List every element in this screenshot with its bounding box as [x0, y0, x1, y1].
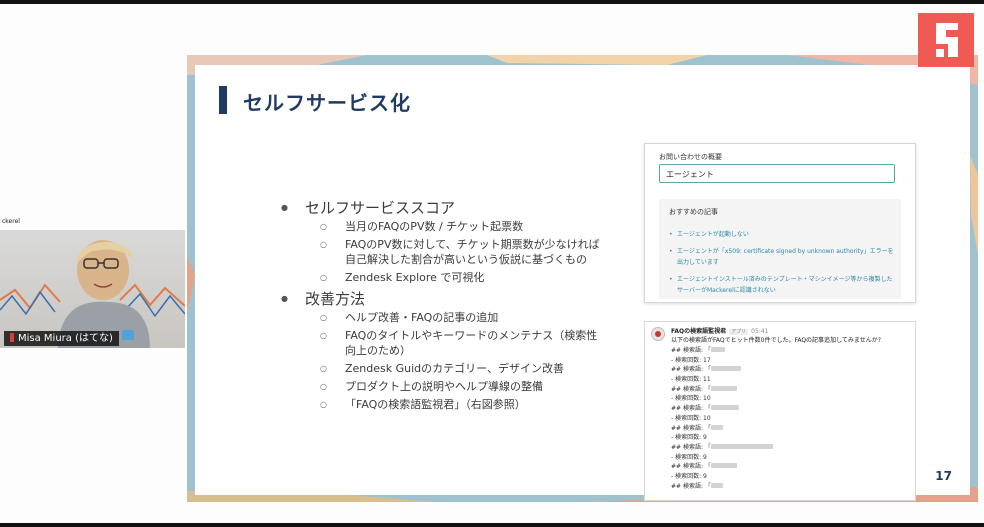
- slide-title: セルフサービス化: [243, 91, 411, 115]
- meeting-window: ckerel Misa Miura (はてな) セルフサービス化 ● セルフサー…: [0, 0, 984, 527]
- side-label: ckerel: [2, 218, 20, 225]
- search-term-line: ## 検索語: 「: [671, 385, 911, 395]
- slide: セルフサービス化 セルフサービススコア 当月のFAQのPV数 / チケット起票数…: [195, 65, 970, 501]
- bot-avatar-icon: [651, 327, 665, 341]
- message-time: 05:41: [751, 328, 769, 335]
- search-count-line: - 検索回数: 11: [671, 376, 711, 384]
- search-term-lines: ## 検索語: 「 - 検索回数: 17 ## 検索語: 「 - 検索回数: 1…: [671, 346, 911, 491]
- sub-bullet: 当月のFAQのPV数 / チケット起票数: [275, 219, 605, 234]
- recommended-articles-panel: おすすめの記事 エージェントが起動しない エージェントが「x509: certi…: [659, 199, 901, 299]
- search-term-line: ## 検索語: 「: [671, 365, 911, 375]
- window-bottom-border: [0, 523, 984, 527]
- recommended-heading: おすすめの記事: [669, 208, 718, 216]
- sub-bullet: プロダクト上の説明やヘルプ導線の整備: [275, 379, 605, 394]
- bullet-heading: 改善方法: [275, 288, 605, 310]
- slide-area: セルフサービス化 セルフサービススコア 当月のFAQのPV数 / チケット起票数…: [187, 55, 978, 502]
- article-link: エージェントインストール済みのテンプレート・マシンイメージ等から複製したサーバー…: [669, 274, 894, 296]
- search-count-line: - 検索回数: 10: [671, 395, 711, 403]
- inquiry-field-label: お問い合わせの概要: [659, 153, 722, 161]
- search-term-line: ## 検索語: 「: [671, 443, 911, 453]
- sub-bullet: 「FAQの検索語監視君」（右図参照）: [275, 397, 605, 412]
- search-count-line: - 検索回数: 9: [671, 472, 707, 480]
- mic-icon: [10, 333, 14, 342]
- search-count-line: - 検索回数: 9: [671, 453, 707, 461]
- search-count-line: - 検索回数: 9: [671, 434, 707, 442]
- sub-bullet: FAQのタイトルやキーワードのメンテナス（検索性向上のため）: [275, 328, 605, 358]
- bot-name: FAQの検索語監視君: [671, 328, 727, 335]
- hatena-logo-icon: [918, 13, 974, 67]
- bullet-heading: セルフサービススコア: [275, 197, 605, 219]
- form-screenshot: お問い合わせの概要 エージェント おすすめの記事 エージェントが起動しない エー…: [644, 143, 916, 303]
- article-link: エージェントが「x509: certificate signed by unkn…: [669, 246, 894, 268]
- presenter-name-tag: Misa Miura (はてな): [4, 331, 119, 346]
- sub-bullet: Zendesk Explore で可視化: [275, 270, 605, 285]
- search-term-line: ## 検索語: 「: [671, 462, 911, 472]
- slide-bullets: セルフサービススコア 当月のFAQのPV数 / チケット起票数 FAQのPV数に…: [275, 197, 605, 415]
- search-term-line: ## 検索語: 「: [671, 482, 911, 492]
- article-link: エージェントが起動しない: [669, 229, 894, 240]
- search-count-line: - 検索回数: 10: [671, 414, 711, 422]
- search-term-line: ## 検索語: 「: [671, 404, 911, 414]
- sub-bullet: Zendesk Guidのカテゴリー、デザイン改善: [275, 361, 605, 376]
- logo-mark: [936, 23, 958, 57]
- search-term-line: ## 検索語: 「: [671, 424, 911, 434]
- bot-header: FAQの検索語監視君 アプリ 05:41: [671, 326, 768, 335]
- search-term-line: ## 検索語: 「: [671, 346, 911, 356]
- bot-message: 以下の検索語がFAQでヒット件数0件でした。FAQの記事追加してみませんか?: [671, 337, 881, 344]
- search-count-line: - 検索回数: 17: [671, 356, 711, 364]
- chat-screenshot: FAQの検索語監視君 アプリ 05:41 以下の検索語がFAQでヒット件数0件でした…: [644, 321, 916, 501]
- sub-bullet: FAQのPV数に対して、チケット期票数が少なければ自己解決した割合が高いという仮…: [275, 237, 605, 267]
- title-accent-bar: [219, 86, 227, 114]
- sub-bullet: ヘルプ改善・FAQの記事の追加: [275, 310, 605, 325]
- window-top-border: [0, 0, 984, 4]
- recommended-articles-list: エージェントが起動しない エージェントが「x509: certificate s…: [669, 229, 894, 302]
- inquiry-field: エージェント: [659, 164, 895, 183]
- presenter-name: Misa Miura (はてな): [18, 333, 113, 344]
- page-number: 17: [935, 469, 952, 483]
